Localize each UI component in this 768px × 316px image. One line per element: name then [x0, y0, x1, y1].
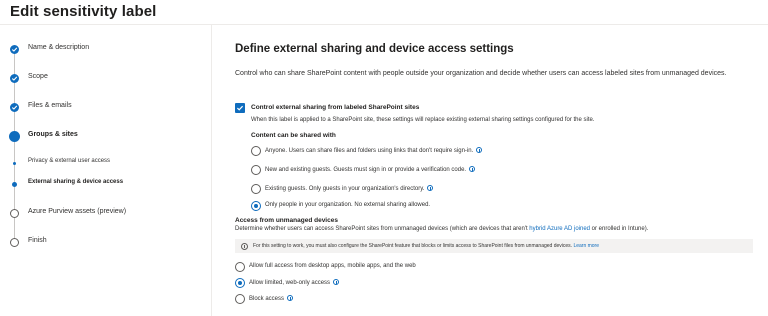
radio-label: Allow limited, web-only access [249, 280, 331, 286]
wizard-step-name-description[interactable]: Name & description [0, 41, 210, 57]
page-title: Edit sensitivity label [10, 3, 157, 20]
wizard-step-label: Scope [28, 73, 48, 80]
wizard-step-label: Groups & sites [28, 131, 78, 138]
info-icon[interactable] [287, 295, 294, 301]
wizard-step-label: Privacy & external user access [28, 158, 111, 164]
radio-button-selected[interactable] [251, 201, 261, 211]
description-text: Determine whether users can access Share… [235, 226, 530, 232]
description-text: or enrolled in Intune). [590, 226, 649, 232]
wizard-substep-privacy-external-access[interactable]: Privacy & external user access [0, 155, 210, 171]
info-icon[interactable] [427, 185, 434, 191]
wizard-step-azure-purview-assets[interactable]: Azure Purview assets (preview) [0, 205, 210, 221]
radio-label: Existing guests. Only guests in your org… [265, 186, 425, 192]
info-icon[interactable] [469, 166, 476, 172]
radio-button[interactable] [251, 146, 261, 156]
current-substep-dot-icon [12, 182, 17, 187]
info-notice-bar: For this setting to work, you must also … [235, 239, 753, 253]
wizard-step-label: Finish [28, 237, 47, 244]
radio-button[interactable] [235, 262, 245, 272]
radio-button[interactable] [251, 184, 261, 194]
section-heading: Define external sharing and device acces… [235, 43, 514, 55]
info-icon[interactable] [333, 279, 340, 285]
pending-step-circle-icon [10, 238, 19, 247]
wizard-step-label: Azure Purview assets (preview) [28, 208, 127, 215]
sharing-options-subheading: Content can be shared with [251, 132, 336, 139]
info-icon[interactable] [476, 147, 483, 153]
radio-button[interactable] [235, 294, 245, 304]
wizard-step-groups-sites[interactable]: Groups & sites [0, 128, 210, 144]
checkmark-icon [10, 45, 19, 54]
wizard-step-finish[interactable]: Finish [0, 234, 210, 250]
pending-step-circle-icon [10, 209, 19, 218]
substep-dot-icon [13, 162, 16, 165]
radio-button[interactable] [251, 165, 261, 175]
checkmark-icon [236, 105, 244, 111]
radio-label: Only people in your organization. No ext… [265, 202, 431, 208]
learn-more-link[interactable]: Learn more [573, 243, 599, 249]
hybrid-azure-ad-link[interactable]: hybrid Azure AD joined [529, 226, 590, 232]
control-external-sharing-checkbox[interactable] [235, 103, 245, 113]
wizard-step-label: External sharing & device access [28, 179, 124, 185]
checkmark-icon [10, 74, 19, 83]
wizard-step-label: Name & description [28, 44, 90, 51]
radio-label: Block access [249, 296, 285, 302]
wizard-substep-external-sharing-device-access[interactable]: External sharing & device access [0, 176, 210, 192]
checkbox-description: When this label is applied to a SharePoi… [251, 117, 595, 123]
info-icon [241, 242, 248, 250]
checkbox-label: Control external sharing from labeled Sh… [251, 104, 420, 111]
current-step-dot-icon [9, 131, 20, 142]
unmanaged-devices-title: Access from unmanaged devices [235, 217, 338, 224]
radio-label: Allow full access from desktop apps, mob… [249, 263, 416, 269]
wizard-sidebar: Name & description Scope Files & emails … [0, 25, 212, 316]
wizard-step-files-emails[interactable]: Files & emails [0, 99, 210, 115]
notice-text: For this setting to work, you must also … [253, 243, 573, 249]
intro-text: Control who can share SharePoint content… [235, 70, 727, 77]
radio-button-selected[interactable] [235, 278, 245, 288]
radio-label: New and existing guests. Guests must sig… [265, 167, 467, 173]
radio-label: Anyone. Users can share files and folder… [265, 148, 474, 154]
checkmark-icon [10, 103, 19, 112]
unmanaged-devices-description: Determine whether users can access Share… [235, 226, 648, 232]
settings-panel: Define external sharing and device acces… [213, 25, 768, 316]
wizard-step-label: Files & emails [28, 102, 72, 109]
wizard-step-scope[interactable]: Scope [0, 70, 210, 86]
